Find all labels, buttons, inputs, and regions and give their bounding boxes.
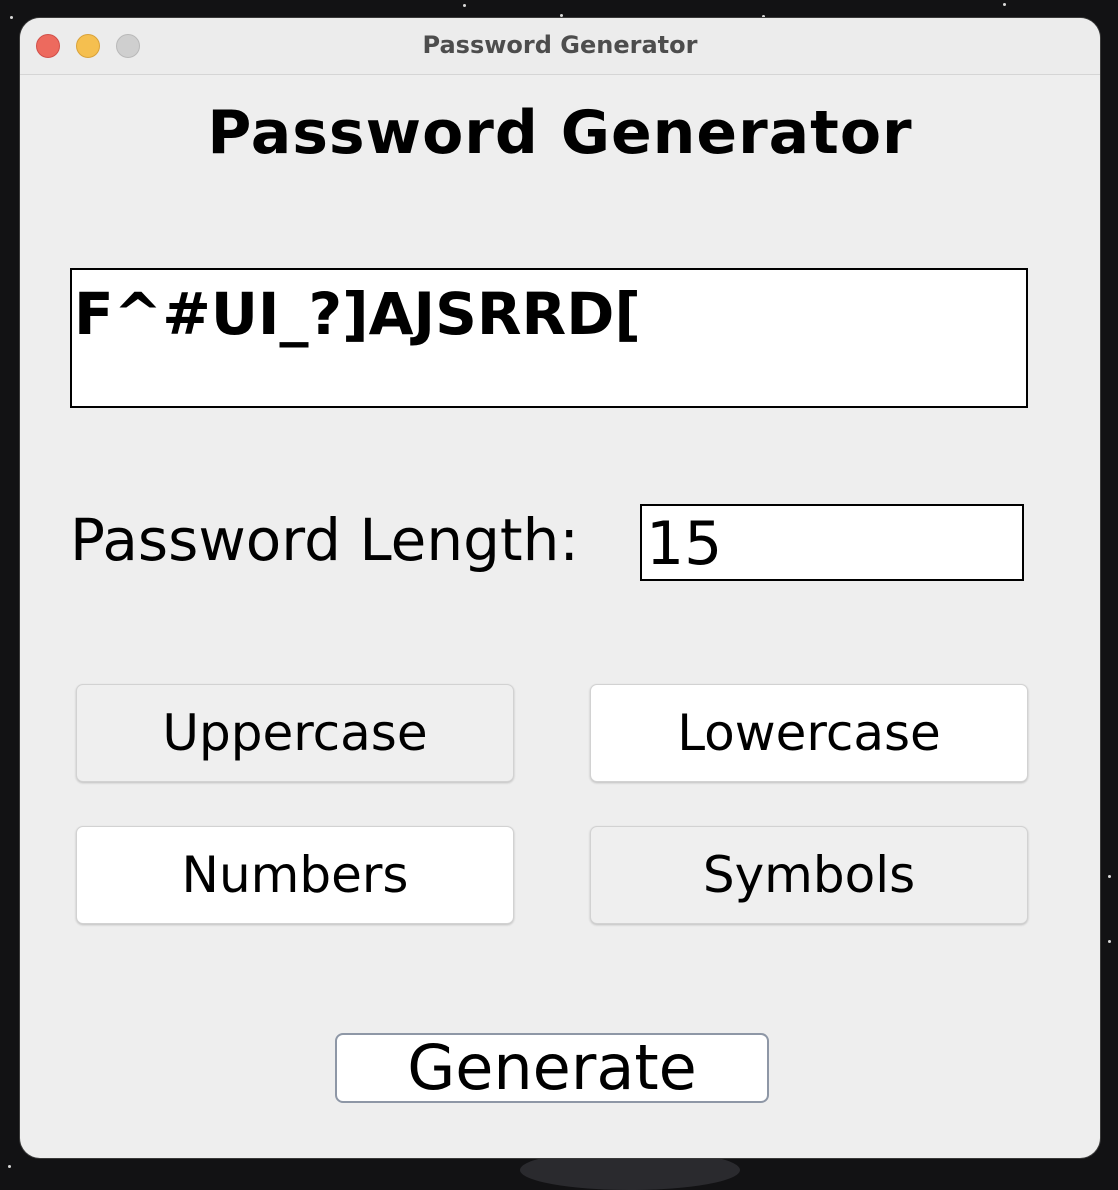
lowercase-toggle-button[interactable]: Lowercase	[590, 684, 1028, 782]
password-length-input[interactable]: 15	[640, 504, 1024, 581]
title-bar[interactable]: Password Generator	[20, 18, 1100, 75]
window-title: Password Generator	[422, 31, 698, 59]
app-window: Password Generator Password Generator F^…	[20, 18, 1100, 1158]
generate-button[interactable]: Generate	[335, 1033, 769, 1103]
uppercase-toggle-button[interactable]: Uppercase	[76, 684, 514, 782]
generated-password-field[interactable]: F^#UI_?]AJSRRD[	[70, 268, 1028, 408]
password-length-label: Password Length:	[70, 506, 579, 574]
symbols-toggle-button[interactable]: Symbols	[590, 826, 1028, 924]
numbers-toggle-button[interactable]: Numbers	[76, 826, 514, 924]
page-title: Password Generator	[207, 98, 913, 168]
